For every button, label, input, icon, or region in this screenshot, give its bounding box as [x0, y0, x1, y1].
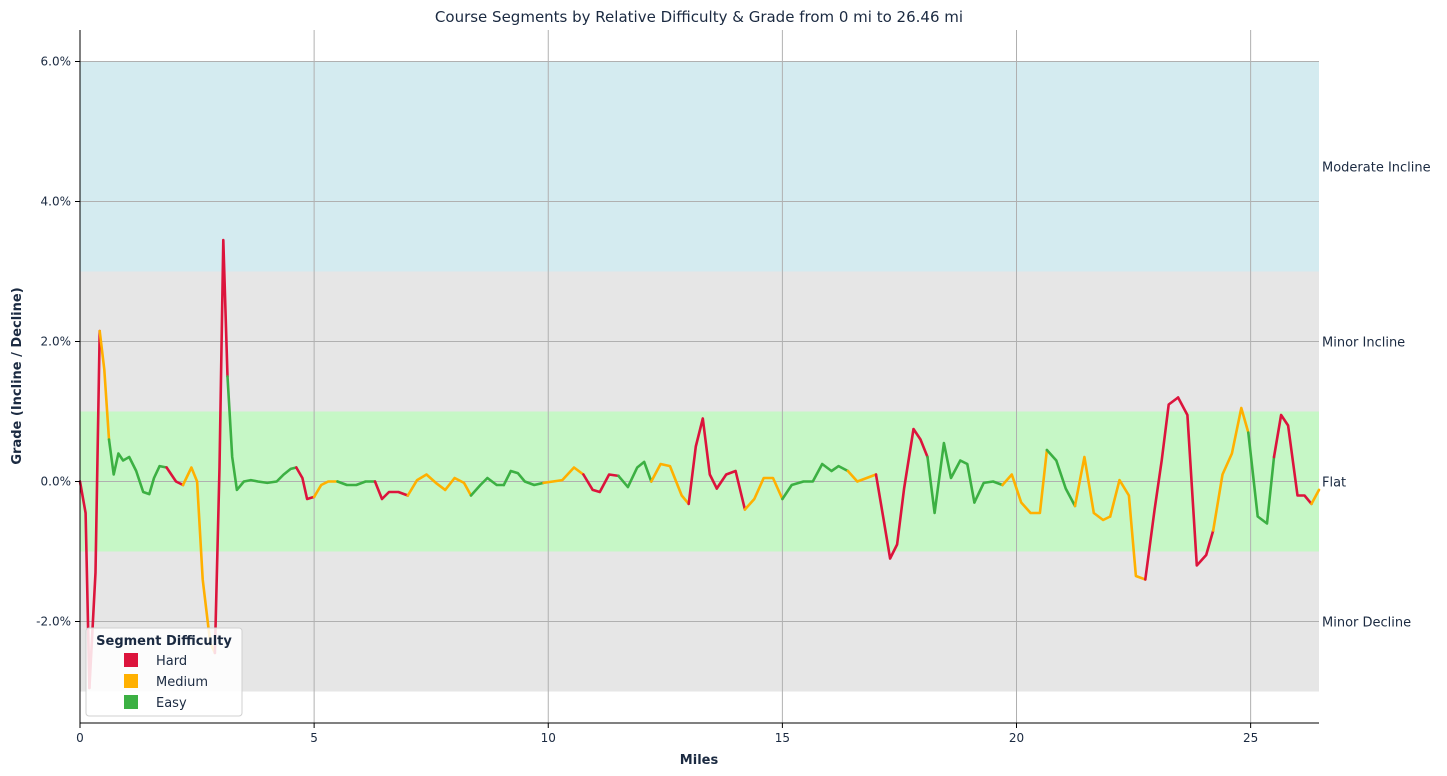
- band-label-minor-decline: Minor Decline: [1322, 616, 1411, 631]
- x-tick-label: 15: [775, 731, 790, 745]
- legend-title: Segment Difficulty: [96, 634, 232, 649]
- band-labels: Moderate Incline Minor Incline Flat Minor D…: [1322, 161, 1431, 631]
- course-grade-chart: 0 5 10 15 20 25 -2.0% 0.0% 2.0% 4.0% 6.0% Moderate…: [10, 8, 1431, 768]
- x-axis-title: Miles: [680, 753, 719, 768]
- y-tick-label: 0.0%: [41, 475, 72, 489]
- band-label-minor-incline: Minor Incline: [1322, 336, 1405, 351]
- x-tick-label: 10: [541, 731, 556, 745]
- x-tick-label: 20: [1009, 731, 1024, 745]
- legend-swatch-hard: [124, 653, 138, 667]
- legend-label-hard: Hard: [156, 654, 187, 669]
- legend-swatch-medium: [124, 674, 138, 688]
- y-axis-title: Grade (Incline / Decline): [10, 287, 25, 464]
- y-tick-label: -2.0%: [36, 615, 71, 629]
- chart-title: Course Segments by Relative Difficulty &…: [435, 8, 963, 26]
- y-tick-label: 4.0%: [41, 195, 72, 209]
- legend: Segment Difficulty Hard Medium Easy: [85, 627, 243, 717]
- band-moderate-incline: [80, 61, 1319, 272]
- legend-label-medium: Medium: [156, 675, 208, 690]
- grade-bands: [80, 61, 1319, 692]
- band-label-moderate-incline: Moderate Incline: [1322, 161, 1431, 176]
- legend-swatch-easy: [124, 695, 138, 709]
- x-tick-label: 0: [76, 731, 84, 745]
- y-tick-label: 6.0%: [41, 55, 72, 69]
- y-tick-label: 2.0%: [41, 335, 72, 349]
- x-tick-label: 5: [310, 731, 318, 745]
- legend-label-easy: Easy: [156, 696, 187, 711]
- x-tick-label: 25: [1243, 731, 1258, 745]
- band-label-flat: Flat: [1322, 476, 1346, 491]
